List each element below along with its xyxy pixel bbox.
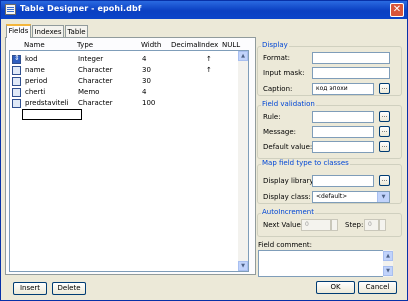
field-type[interactable]: Character	[78, 66, 113, 75]
close-button[interactable]: ✕	[390, 3, 404, 17]
field-width[interactable]: 4	[142, 55, 146, 64]
caption-builder-button[interactable]: ...	[379, 83, 390, 94]
field-name[interactable]: kod	[25, 55, 38, 64]
row-selector-icon[interactable]	[12, 99, 21, 108]
grid-scrollbar[interactable]: ▲ ▼	[238, 51, 248, 271]
table-designer-window: Table Designer - epohi.dbf ✕ Fields Inde…	[0, 0, 408, 301]
field-comment-label: Field comment:	[258, 241, 312, 249]
row-selector-icon[interactable]	[12, 77, 21, 86]
field-row[interactable]: kod Integer 4 ↑	[10, 54, 240, 66]
display-class-select[interactable]: <default> ▼	[312, 191, 390, 203]
step-input[interactable]: 0	[364, 219, 379, 231]
field-type[interactable]: Character	[78, 77, 113, 86]
autoincrement-title: AutoIncrement	[261, 208, 315, 216]
index-ascending-icon[interactable]: ↑	[206, 66, 212, 75]
rule-label: Rule:	[263, 113, 281, 121]
scroll-up-icon[interactable]: ▲	[383, 251, 393, 261]
chevron-down-icon[interactable]: ▼	[377, 192, 389, 202]
input-mask-label: Input mask:	[263, 69, 305, 77]
format-input[interactable]	[312, 52, 390, 64]
field-name[interactable]: cherti	[25, 88, 45, 97]
display-library-label: Display library:	[263, 177, 316, 185]
field-width[interactable]: 30	[142, 66, 151, 75]
map-field-type-title: Map field type to classes	[261, 159, 350, 167]
field-validation-title: Field validation	[261, 100, 316, 108]
field-type[interactable]: Character	[78, 99, 113, 108]
column-header-null: NULL	[222, 41, 241, 49]
field-name[interactable]: name	[25, 66, 45, 75]
step-label: Step:	[345, 221, 364, 229]
default-value-builder-button[interactable]: ...	[379, 141, 390, 152]
message-builder-button[interactable]: ...	[379, 126, 390, 137]
field-row[interactable]: cherti Memo 4	[10, 88, 240, 99]
new-field-name-input[interactable]	[22, 109, 82, 120]
scroll-down-icon[interactable]: ▼	[383, 266, 393, 276]
tab-indexes[interactable]: Indexes	[32, 25, 64, 37]
default-value-label: Default value:	[263, 143, 313, 151]
title-bar[interactable]: Table Designer - epohi.dbf ✕	[1, 1, 407, 19]
column-header-type: Type	[77, 41, 94, 49]
row-selector-icon[interactable]	[12, 54, 21, 64]
field-width[interactable]: 100	[142, 99, 155, 108]
field-width[interactable]: 30	[142, 77, 151, 86]
caption-input[interactable]: код эпохи	[312, 83, 374, 95]
scroll-down-icon[interactable]: ▼	[238, 261, 248, 271]
next-value-spinner[interactable]	[331, 219, 338, 231]
delete-button[interactable]: Delete	[52, 282, 86, 295]
field-row[interactable]: period Character 30	[10, 77, 240, 88]
table-designer-icon	[5, 4, 16, 15]
default-value-input[interactable]	[312, 141, 374, 153]
display-class-value: <default>	[316, 193, 348, 200]
next-value-input[interactable]: 0	[301, 219, 331, 231]
column-header-width: Width	[141, 41, 162, 49]
field-type[interactable]: Memo	[78, 88, 99, 97]
window-title: Table Designer - epohi.dbf	[20, 4, 142, 13]
row-selector-icon[interactable]	[12, 66, 21, 75]
caption-label: Caption:	[263, 85, 293, 93]
display-class-label: Display class:	[263, 193, 311, 201]
fields-grid[interactable]: kod Integer 4 ↑ name Character 30 ↑ peri…	[9, 50, 249, 272]
display-library-builder-button[interactable]: ...	[379, 175, 390, 186]
field-name[interactable]: period	[25, 77, 47, 86]
next-value-label: Next Value:	[263, 221, 304, 229]
index-ascending-icon[interactable]: ↑	[206, 55, 212, 64]
field-type[interactable]: Integer	[78, 55, 103, 64]
comment-scrollbar[interactable]: ▲ ▼	[383, 250, 393, 277]
message-label: Message:	[263, 128, 297, 136]
field-comment-input[interactable]: ▲ ▼	[258, 250, 393, 277]
ok-button[interactable]: OK	[316, 281, 355, 294]
input-mask-input[interactable]	[312, 67, 390, 79]
field-name[interactable]: predstaviteli	[25, 99, 69, 108]
message-input[interactable]	[312, 126, 374, 138]
step-spinner[interactable]	[379, 219, 386, 231]
cancel-button[interactable]: Cancel	[358, 281, 397, 294]
field-width[interactable]: 4	[142, 88, 146, 97]
tab-table[interactable]: Table	[65, 25, 88, 37]
insert-button[interactable]: Insert	[13, 282, 47, 295]
format-label: Format:	[263, 54, 291, 62]
field-row[interactable]: name Character 30 ↑	[10, 66, 240, 77]
row-selector-icon[interactable]	[12, 88, 21, 97]
rule-builder-button[interactable]: ...	[379, 111, 390, 122]
column-header-decimal: Decimal	[171, 41, 200, 49]
rule-input[interactable]	[312, 111, 374, 123]
scroll-up-icon[interactable]: ▲	[238, 51, 248, 61]
display-group-title: Display	[261, 41, 289, 49]
display-library-input[interactable]	[312, 175, 374, 187]
column-header-index: Index	[199, 41, 219, 49]
tab-fields[interactable]: Fields	[6, 24, 31, 38]
column-header-name: Name	[24, 41, 45, 49]
